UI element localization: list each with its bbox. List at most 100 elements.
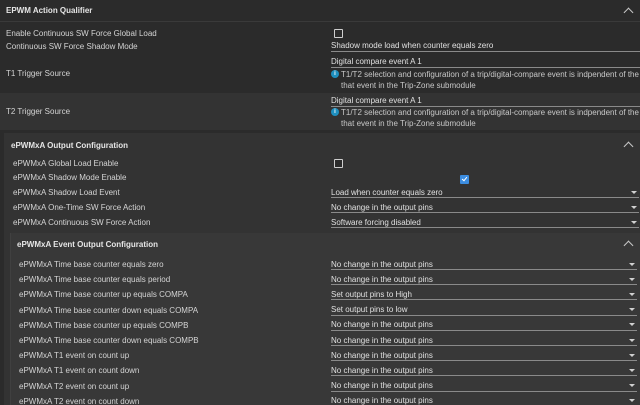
chevron-up-icon[interactable] <box>623 240 634 251</box>
event-action-dropdown[interactable]: No change in the output pins <box>331 274 637 286</box>
global-load-label: Enable Continuous SW Force Global Load <box>6 28 157 38</box>
output-global-load-row: ePWMxA Global Load Enable <box>0 157 640 169</box>
event-row: ePWMxA T1 event on count down No change i… <box>0 364 640 377</box>
output-shadow-mode-row: ePWMxA Shadow Mode Enable <box>0 171 640 184</box>
dropdown-value: Software forcing disabled <box>331 217 421 227</box>
event-action-dropdown[interactable]: No change in the output pins <box>331 350 637 362</box>
event-row-label: ePWMxA T1 event on count up <box>19 351 130 361</box>
section-title: ePWMxA Event Output Configuration <box>17 239 159 249</box>
dropdown-value: No change in the output pins <box>331 274 433 284</box>
epwm-action-qualifier-panel: EPWM Action Qualifier Enable Continuous … <box>0 0 640 405</box>
continuous-dropdown[interactable]: Software forcing disabled <box>331 217 639 228</box>
event-action-dropdown[interactable]: No change in the output pins <box>331 396 637 405</box>
t1-trigger-row: T1 Trigger Source Digital compare event … <box>0 56 640 91</box>
shadow-mode-label: Continuous SW Force Shadow Mode <box>6 42 138 51</box>
event-action-dropdown[interactable]: No change in the output pins <box>331 259 637 270</box>
t2-info-line2: that event in the Trip-Zone submodule <box>341 119 476 128</box>
global-load-checkbox[interactable] <box>334 29 343 38</box>
t2-trigger-field[interactable]: Digital compare event A 1 <box>331 96 640 107</box>
t2-trigger-row: T2 Trigger Source Digital compare event … <box>0 93 640 130</box>
event-action-dropdown[interactable]: Set output pins to low <box>331 305 637 316</box>
t1-info-line2: that event in the Trip-Zone submodule <box>341 81 476 90</box>
event-row: ePWMxA Time base counter down equals COM… <box>0 334 640 347</box>
event-action-dropdown[interactable]: No change in the output pins <box>331 320 637 331</box>
event-row: ePWMxA Time base counter down equals COM… <box>0 304 640 317</box>
output-shadow-mode-checkbox[interactable] <box>460 174 470 184</box>
dropdown-value: No change in the output pins <box>331 202 433 212</box>
chevron-down-icon <box>631 190 637 194</box>
output-global-load-label: ePWMxA Global Load Enable <box>13 158 119 168</box>
output-shadow-mode-label: ePWMxA Shadow Mode Enable <box>13 172 127 182</box>
event-row: ePWMxA T2 event on count down No change i… <box>0 395 640 405</box>
event-row: ePWMxA Time base counter equals period No… <box>0 273 640 286</box>
chevron-down-icon <box>629 277 635 281</box>
event-config-header[interactable]: ePWMxA Event Output Configuration <box>10 233 640 255</box>
output-global-load-checkbox[interactable] <box>334 159 343 168</box>
chevron-down-icon <box>629 292 635 296</box>
dropdown-value: No change in the output pins <box>331 259 433 269</box>
chevron-down-icon <box>629 323 635 327</box>
one-time-dropdown[interactable]: No change in the output pins <box>331 202 639 213</box>
chevron-down-icon <box>629 368 635 372</box>
event-action-dropdown[interactable]: No change in the output pins <box>331 335 637 346</box>
chevron-down-icon <box>629 399 635 403</box>
section-title: EPWM Action Qualifier <box>6 6 93 15</box>
output-config-header[interactable]: ePWMxA Output Configuration <box>4 134 640 156</box>
event-row-label: ePWMxA Time base counter up equals COMPB <box>19 320 189 330</box>
t2-trigger-label: T2 Trigger Source <box>6 107 71 116</box>
event-row: ePWMxA T2 event on count up No change in … <box>0 380 640 393</box>
event-row: ePWMxA Time base counter up equals COMPA… <box>0 288 640 301</box>
dropdown-value: Set output pins to low <box>331 305 408 315</box>
event-row-label: ePWMxA Time base counter up equals COMPA <box>19 290 188 300</box>
t2-info-line1: T1/T2 selection and configuration of a t… <box>341 108 640 117</box>
output-one-time-label: ePWMxA One-Time SW Force Action <box>13 203 146 212</box>
t1-info-line1: T1/T2 selection and configuration of a t… <box>341 70 640 79</box>
chevron-down-icon <box>631 220 637 224</box>
shadow-load-dropdown[interactable]: Load when counter equals zero <box>331 187 639 198</box>
event-action-dropdown[interactable]: No change in the output pins <box>331 365 637 377</box>
shadow-mode-field[interactable]: Shadow mode load when counter equals zer… <box>331 41 640 52</box>
event-row-label: ePWMxA Time base counter equals period <box>19 275 171 285</box>
output-continuous-row: ePWMxA Continuous SW Force Action Softwa… <box>0 216 640 229</box>
chevron-down-icon <box>629 384 635 388</box>
chevron-up-icon[interactable] <box>623 7 634 17</box>
event-row: ePWMxA Time base counter up equals COMPB… <box>0 319 640 332</box>
event-row: ePWMxA T1 event on count up No change in … <box>0 349 640 362</box>
shadow-mode-row: Continuous SW Force Shadow Mode Shadow m… <box>0 40 640 53</box>
info-icon: i <box>331 70 339 78</box>
epwm-action-qualifier-header[interactable]: EPWM Action Qualifier <box>0 0 640 22</box>
dropdown-value: No change in the output pins <box>331 381 433 391</box>
event-row-label: ePWMxA T2 event on count up <box>19 381 130 391</box>
event-row-label: ePWMxA Time base counter down equals COM… <box>19 336 199 345</box>
event-action-dropdown[interactable]: Set output pins to High <box>331 289 637 301</box>
output-shadow-load-row: ePWMxA Shadow Load Event Load when count… <box>0 186 640 199</box>
dropdown-value: Load when counter equals zero <box>331 187 443 197</box>
output-one-time-row: ePWMxA One-Time SW Force Action No chang… <box>0 201 640 214</box>
output-continuous-label: ePWMxA Continuous SW Force Action <box>13 218 151 227</box>
dropdown-value: Set output pins to High <box>331 289 412 299</box>
event-row-label: ePWMxA T1 event on count down <box>19 366 140 376</box>
chevron-down-icon <box>631 205 637 209</box>
chevron-up-icon[interactable] <box>623 141 634 152</box>
event-row: ePWMxA Time base counter equals zero No c… <box>0 258 640 271</box>
t1-trigger-field[interactable]: Digital compare event A 1 <box>331 57 640 68</box>
event-row-label: ePWMxA Time base counter equals zero <box>19 260 164 269</box>
event-row-label: ePWMxA T2 event on count down <box>19 396 140 405</box>
t1-info-note: i T1/T2 selection and configuration of a… <box>331 69 640 91</box>
t1-trigger-label: T1 Trigger Source <box>6 69 71 78</box>
global-load-row: Enable Continuous SW Force Global Load <box>0 27 640 39</box>
section-title: ePWMxA Output Configuration <box>11 140 129 150</box>
chevron-down-icon <box>629 262 635 266</box>
info-icon: i <box>331 108 339 116</box>
chevron-down-icon <box>629 308 635 312</box>
event-row-label: ePWMxA Time base counter down equals COM… <box>19 305 199 315</box>
dropdown-value: No change in the output pins <box>331 365 433 375</box>
output-shadow-load-label: ePWMxA Shadow Load Event <box>13 188 120 197</box>
chevron-down-icon <box>629 338 635 342</box>
dropdown-value: No change in the output pins <box>331 320 433 330</box>
dropdown-value: No change in the output pins <box>331 396 433 405</box>
event-action-dropdown[interactable]: No change in the output pins <box>331 381 637 392</box>
t2-info-note: i T1/T2 selection and configuration of a… <box>331 107 640 129</box>
chevron-down-icon <box>629 353 635 357</box>
dropdown-value: No change in the output pins <box>331 350 433 360</box>
